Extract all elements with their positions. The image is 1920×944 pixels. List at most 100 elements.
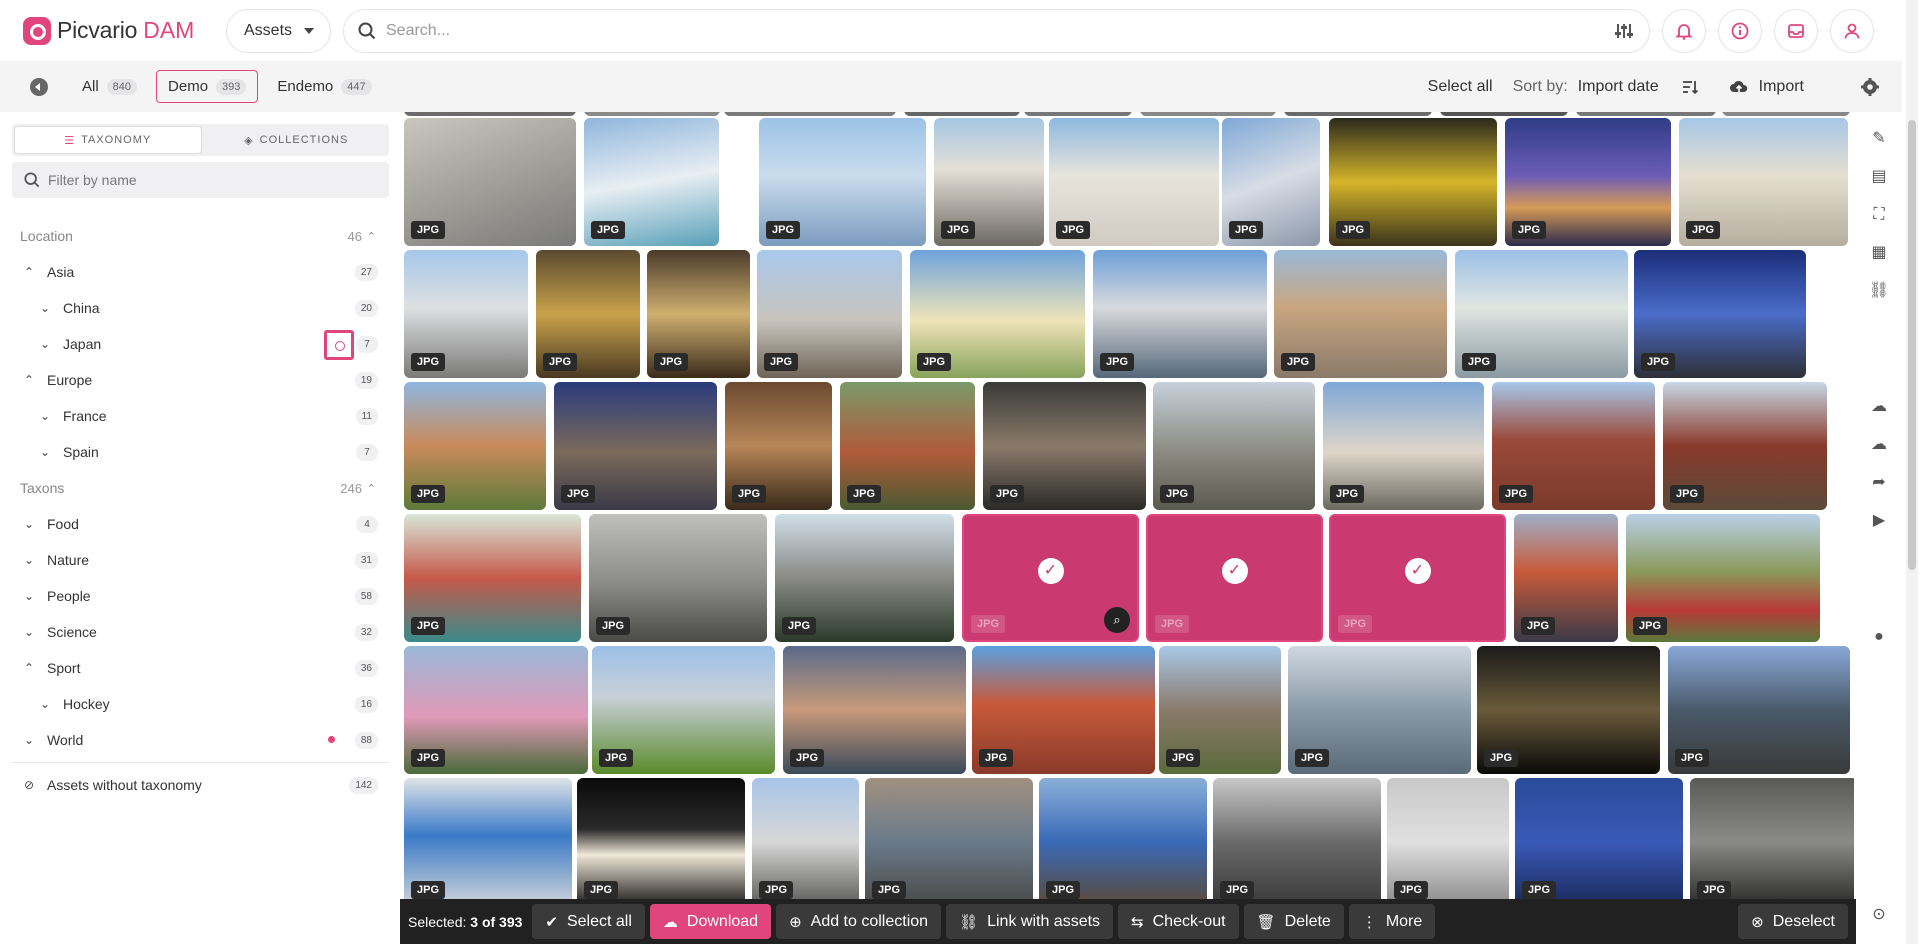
checkmark-icon[interactable]: ✓ bbox=[1221, 558, 1248, 584]
chevron-up-icon[interactable]: ⌃ bbox=[20, 373, 38, 387]
asset-tile[interactable]: JPG bbox=[1159, 646, 1281, 774]
deselect-button[interactable]: ⊗ Deselect bbox=[1738, 904, 1848, 939]
asset-tile[interactable]: JPG bbox=[1039, 778, 1207, 899]
asset-tile[interactable]: JPG bbox=[934, 118, 1044, 246]
asset-tile[interactable]: JPG bbox=[1455, 250, 1628, 378]
chevron-down-icon[interactable]: ⌄ bbox=[20, 553, 38, 567]
scope-all[interactable]: All 840 bbox=[71, 70, 148, 103]
tree-item-sport[interactable]: ⌃ Sport 36 bbox=[20, 653, 378, 683]
asset-tile[interactable]: JPG bbox=[404, 118, 576, 246]
add-to-filter-highlight[interactable] bbox=[324, 330, 354, 360]
asset-tile-selected[interactable]: ✓ ⌕ JPG bbox=[962, 514, 1139, 642]
asset-tile[interactable]: JPG bbox=[759, 118, 926, 246]
asset-tile[interactable]: JPG bbox=[1514, 514, 1618, 642]
tab-taxonomy[interactable]: ☰ TAXONOMY bbox=[14, 126, 202, 154]
chevron-down-icon[interactable]: ⌄ bbox=[20, 517, 38, 531]
check-out-button[interactable]: ⇆ Check-out bbox=[1118, 904, 1239, 939]
search-input[interactable] bbox=[386, 21, 1566, 40]
asset-tile[interactable]: JPG bbox=[840, 382, 975, 510]
asset-tile[interactable]: JPG bbox=[983, 382, 1146, 510]
asset-tile[interactable] bbox=[1284, 112, 1432, 116]
asset-tile[interactable]: JPG bbox=[584, 118, 719, 246]
asset-tile[interactable]: JPG bbox=[404, 646, 588, 774]
search-bar[interactable] bbox=[343, 8, 1650, 53]
asset-tile[interactable]: JPG bbox=[1626, 514, 1820, 642]
download-button[interactable]: ☁ Download bbox=[649, 904, 772, 939]
cloud-upload-icon[interactable]: ☁ bbox=[1868, 396, 1890, 418]
more-button[interactable]: ⋮ More bbox=[1348, 904, 1436, 939]
page-scrollbar[interactable] bbox=[1906, 0, 1918, 944]
tree-item-nature[interactable]: ⌄ Nature 31 bbox=[20, 545, 378, 575]
tree-item-spain[interactable]: ⌄ Spain 7 bbox=[36, 437, 378, 467]
asset-tile[interactable]: JPG bbox=[1477, 646, 1660, 774]
delete-button[interactable]: 🗑 Delete bbox=[1243, 904, 1344, 939]
share-icon[interactable]: ➦ bbox=[1868, 472, 1890, 494]
asset-tile[interactable] bbox=[584, 112, 720, 116]
asset-tile[interactable] bbox=[404, 112, 576, 116]
asset-tile[interactable]: JPG bbox=[1093, 250, 1267, 378]
asset-tile[interactable]: JPG bbox=[404, 382, 546, 510]
tab-collections[interactable]: ◈ COLLECTIONS bbox=[204, 124, 390, 156]
asset-tile[interactable]: JPG bbox=[1049, 118, 1219, 246]
chevron-down-icon[interactable]: ⌄ bbox=[36, 409, 54, 423]
link-icon[interactable]: ⛓ bbox=[1868, 280, 1890, 302]
tree-item-science[interactable]: ⌄ Science 32 bbox=[20, 617, 378, 647]
comment-icon[interactable]: ● bbox=[1868, 626, 1890, 648]
sort-direction-icon[interactable] bbox=[1681, 78, 1699, 96]
asset-tile[interactable]: JPG bbox=[725, 382, 832, 510]
tree-item-world[interactable]: ⌄ World 88 bbox=[20, 725, 378, 755]
asset-tile[interactable]: JPG bbox=[1663, 382, 1827, 510]
asset-tile[interactable]: JPG bbox=[1153, 382, 1315, 510]
tree-item-hockey[interactable]: ⌄ Hockey 16 bbox=[36, 689, 378, 719]
chevron-up-icon[interactable]: ⌃ bbox=[20, 661, 38, 675]
tree-item-china[interactable]: ⌄ China 20 bbox=[36, 293, 378, 323]
film-icon[interactable]: ▦ bbox=[1868, 242, 1890, 264]
asset-tile[interactable]: JPG bbox=[1515, 778, 1683, 899]
add-to-collection-button[interactable]: ⊕ Add to collection bbox=[776, 904, 942, 939]
edit-icon[interactable]: ✎ bbox=[1868, 128, 1890, 150]
scope-endemo[interactable]: Endemo 447 bbox=[266, 70, 382, 103]
asset-tile[interactable] bbox=[1140, 112, 1276, 116]
asset-tile[interactable]: JPG bbox=[404, 514, 581, 642]
asset-tile[interactable] bbox=[724, 112, 896, 116]
asset-tile[interactable]: JPG bbox=[1690, 778, 1854, 899]
filter-input[interactable] bbox=[48, 172, 378, 188]
import-button[interactable]: Import bbox=[1759, 78, 1804, 96]
asset-tile[interactable]: JPG bbox=[647, 250, 750, 378]
profile-button[interactable] bbox=[1830, 8, 1874, 53]
asset-tile[interactable]: JPG bbox=[972, 646, 1155, 774]
asset-tile[interactable]: JPG bbox=[404, 778, 572, 899]
collapse-sidebar-icon[interactable] bbox=[30, 77, 48, 96]
asset-tile[interactable]: JPG bbox=[1634, 250, 1806, 378]
asset-tile-selected[interactable]: ✓ JPG bbox=[1329, 514, 1506, 642]
chevron-up-icon[interactable]: ⌃ bbox=[20, 265, 38, 279]
asset-tile[interactable]: JPG bbox=[592, 646, 775, 774]
asset-tile[interactable]: JPG bbox=[752, 778, 859, 899]
play-icon[interactable]: ▶ bbox=[1868, 510, 1890, 532]
asset-tile[interactable]: JPG bbox=[1668, 646, 1850, 774]
clipboard-icon[interactable]: ▤ bbox=[1868, 166, 1890, 188]
asset-tile[interactable]: JPG bbox=[1492, 382, 1655, 510]
asset-tile[interactable]: JPG bbox=[757, 250, 902, 378]
select-all-link[interactable]: Select all bbox=[1428, 78, 1493, 96]
asset-tile[interactable] bbox=[1024, 112, 1132, 116]
asset-tile[interactable]: JPG bbox=[1274, 250, 1447, 378]
scope-demo[interactable]: Demo 393 bbox=[156, 70, 259, 103]
group-location[interactable]: Location 46 ⌃ bbox=[20, 221, 376, 251]
asset-tile[interactable]: JPG bbox=[1505, 118, 1671, 246]
checkmark-icon[interactable]: ✓ bbox=[1037, 558, 1064, 584]
asset-tile[interactable]: JPG bbox=[554, 382, 717, 510]
info-button[interactable] bbox=[1718, 8, 1762, 53]
tree-item-france[interactable]: ⌄ France 11 bbox=[36, 401, 378, 431]
tree-item-europe[interactable]: ⌃ Europe 19 bbox=[20, 365, 378, 395]
asset-tile[interactable] bbox=[1440, 112, 1568, 116]
notifications-button[interactable] bbox=[1662, 8, 1706, 53]
chevron-down-icon[interactable]: ⌄ bbox=[20, 733, 38, 747]
tree-item-food[interactable]: ⌄ Food 4 bbox=[20, 509, 378, 539]
asset-tile[interactable]: JPG bbox=[1323, 382, 1484, 510]
asset-tile[interactable] bbox=[1722, 112, 1850, 116]
chevron-down-icon[interactable]: ⌄ bbox=[36, 697, 54, 711]
asset-tile[interactable]: JPG bbox=[865, 778, 1033, 899]
asset-tile[interactable]: JPG bbox=[577, 778, 745, 899]
asset-tile[interactable]: JPG bbox=[1679, 118, 1848, 246]
